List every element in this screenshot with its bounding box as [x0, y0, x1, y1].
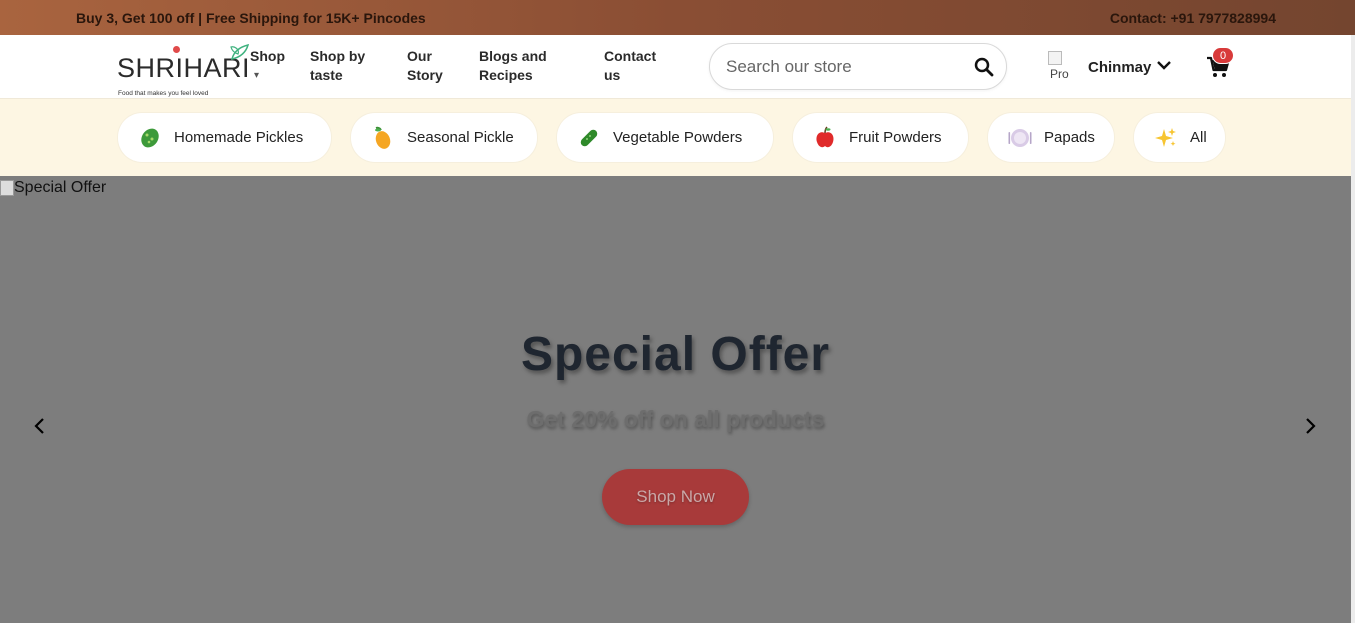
apple-icon [813, 125, 837, 150]
broken-image-icon [1048, 51, 1062, 65]
hero-title: Special Offer [520, 328, 831, 381]
category-label: Homemade Pickles [174, 129, 304, 146]
category-label: Fruit Powders [849, 129, 942, 146]
hero-carousel: Special Offer Special Offer Get 20% off … [0, 176, 1351, 623]
category-seasonal-pickle[interactable]: Seasonal Pickle [351, 113, 537, 162]
logo[interactable]: SHRIHARI Food that makes you feel loved [117, 43, 250, 97]
profile-menu[interactable]: Pro Chinmay [1048, 51, 1178, 83]
leaf-icon [230, 43, 250, 60]
profile-name: Chinmay [1088, 59, 1152, 76]
category-label: Vegetable Powders [613, 129, 743, 146]
sparkles-icon [1154, 126, 1178, 150]
avatar-alt-text: Pro [1050, 67, 1069, 81]
nav-contact-us[interactable]: Contact us [604, 47, 664, 85]
site-header: SHRIHARI Food that makes you feel loved … [0, 35, 1355, 99]
search-box [709, 43, 1007, 90]
nav-shop-by-taste[interactable]: Shop by taste [310, 47, 380, 85]
promo-text: Buy 3, Get 100 off | Free Shipping for 1… [76, 9, 426, 26]
hero-image: Special Offer [0, 179, 106, 197]
logo-dot [173, 46, 180, 53]
category-vegetable-powders[interactable]: Vegetable Powders [557, 113, 773, 162]
cart-count-badge: 0 [1212, 47, 1234, 64]
green-pickle-icon [138, 126, 162, 150]
chevron-down-icon [1157, 61, 1171, 70]
hero-subtitle: Get 20% off on all products [526, 406, 825, 432]
shop-now-button[interactable]: Shop Now [602, 469, 749, 525]
category-bar: Homemade Pickles Seasonal Pickle Vegetab… [0, 99, 1355, 176]
mango-icon [371, 126, 395, 150]
search-input[interactable] [726, 56, 966, 78]
nav-shop[interactable]: Shop ▾ [250, 47, 285, 85]
category-label: All [1190, 129, 1207, 146]
category-all[interactable]: All [1134, 113, 1225, 162]
category-homemade-pickles[interactable]: Homemade Pickles [118, 113, 331, 162]
contact-phone[interactable]: Contact: +91 7977828994 [1110, 10, 1276, 26]
category-papads[interactable]: Papads [988, 113, 1114, 162]
avatar: Pro [1048, 51, 1080, 83]
category-label: Papads [1044, 129, 1095, 146]
hero-image-alt: Special Offer [14, 179, 107, 196]
nav-shop-label: Shop [250, 48, 285, 64]
nav-our-story[interactable]: Our Story [407, 47, 457, 85]
announcement-bar: Buy 3, Get 100 off | Free Shipping for 1… [0, 0, 1355, 35]
category-label: Seasonal Pickle [407, 129, 514, 146]
scrollbar[interactable] [1351, 35, 1355, 623]
nav-blogs-and-recipes[interactable]: Blogs and Recipes [479, 47, 569, 85]
chevron-right-icon[interactable] [1300, 416, 1320, 436]
search-icon[interactable] [974, 57, 994, 77]
broken-image-icon [0, 180, 14, 196]
chevron-left-icon[interactable] [30, 416, 50, 436]
caret-down-icon: ▾ [254, 70, 260, 81]
plate-icon [1008, 126, 1032, 150]
cucumber-icon [577, 126, 601, 150]
category-fruit-powders[interactable]: Fruit Powders [793, 113, 968, 162]
logo-tagline: Food that makes you feel loved [118, 90, 209, 97]
